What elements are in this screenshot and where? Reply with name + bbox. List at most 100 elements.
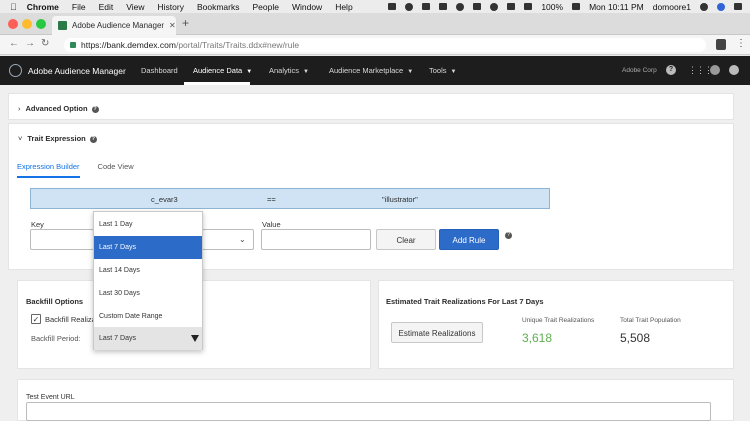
aam-logo-icon[interactable] [9,64,22,77]
browser-tab[interactable]: Adobe Audience Manager | Cre ✕ [52,16,176,35]
apps-grid-icon[interactable]: ⋮⋮⋮ [688,65,713,76]
zoom-window-button[interactable] [36,19,46,29]
tab-expression-builder[interactable]: Expression Builder [17,162,80,178]
rule-value: "illustrator" [382,195,418,204]
backfill-checkbox[interactable]: ✓ [31,314,41,324]
mac-menu-history[interactable]: History [158,2,184,12]
menu-list-icon[interactable] [734,3,742,10]
battery-icon[interactable] [572,3,581,10]
advanced-option-toggle[interactable]: › Advanced Option? [18,104,99,113]
browser-tab-bar: Adobe Audience Manager | Cre ✕ + [0,13,750,35]
org-name[interactable]: Adobe Corp [622,67,657,74]
tab-close-icon[interactable]: ✕ [169,21,176,30]
estimate-title: Estimated Trait Realizations For Last 7 … [386,297,544,306]
lock-icon [70,42,76,48]
period-option-last-30-days[interactable]: Last 30 Days [94,282,202,305]
reload-icon[interactable]: ↻ [41,38,49,49]
chevron-down-icon: ⌄ [239,235,246,244]
search-icon[interactable] [700,2,708,11]
value-input[interactable] [261,229,371,250]
key-input[interactable] [30,229,94,250]
username[interactable]: domoore1 [653,2,691,12]
advanced-option-title: Advanced Option [25,104,88,113]
bluetooth-icon[interactable] [507,3,516,10]
tab-code-view[interactable]: Code View [98,162,134,178]
status-disk-icon[interactable] [456,2,465,11]
chevron-down-icon: ▼ [407,69,414,75]
brand-name[interactable]: Adobe Audience Manager [28,66,126,76]
trait-expression-toggle[interactable]: ˅ Trait Expression? [18,134,97,143]
mac-menu-people[interactable]: People [252,2,278,12]
nav-analytics-label: Analytics [269,66,300,75]
expression-tabs: Expression Builder Code View [17,162,134,178]
total-population-value: 5,508 [620,331,651,345]
rule-operator: == [267,195,276,204]
key-label: Key [31,220,44,229]
nav-audience-data[interactable]: Audience Data ▼ [193,66,252,75]
wifi-icon[interactable] [524,3,533,10]
test-event-url-input[interactable] [26,402,711,421]
mac-menu-help[interactable]: Help [335,2,352,12]
user-avatar-icon[interactable] [729,65,739,75]
backfill-period-label: Backfill Period: [31,334,81,343]
nav-dashboard[interactable]: Dashboard [141,66,178,75]
test-event-label: Test Event URL [26,394,75,401]
backfill-period-dropdown: Last 1 Day Last 7 Days Last 14 Days Last… [93,211,203,350]
help-circle-icon[interactable]: ? [91,105,99,113]
status-app-icon[interactable] [388,3,397,10]
mac-menu-file[interactable]: File [72,2,86,12]
status-cloud-icon[interactable] [422,3,431,10]
mac-menu-edit[interactable]: Edit [99,2,114,12]
forward-icon[interactable]: → [25,38,35,49]
period-option-last-14-days[interactable]: Last 14 Days [94,259,202,282]
nav-tools[interactable]: Tools ▼ [429,66,456,75]
mac-menu-window[interactable]: Window [292,2,322,12]
minimize-window-button[interactable] [22,19,32,29]
help-circle-icon[interactable]: ? [505,232,512,239]
mouse-cursor-icon [191,335,199,342]
back-icon[interactable]: ← [9,38,19,49]
advanced-option-panel: › Advanced Option? [8,93,734,120]
period-option-last-7-days[interactable]: Last 7 Days [94,236,202,259]
new-tab-button[interactable]: + [182,16,189,30]
macos-menu-bar:  Chrome File Edit View History Bookmark… [0,0,750,13]
operator-select[interactable] [202,229,254,250]
mac-menu-chrome[interactable]: Chrome [27,2,59,12]
clock[interactable]: Mon 10:11 PM [589,2,644,12]
status-circle-icon[interactable] [405,2,414,11]
period-option-last-1-day[interactable]: Last 1 Day [94,213,202,236]
total-population-label: Total Trait Population [620,317,681,324]
profile-icon[interactable] [716,39,726,50]
trait-expression-title: Trait Expression [27,134,86,143]
value-label: Value [262,220,281,229]
estimate-realizations-button[interactable]: Estimate Realizations [391,322,483,343]
mac-menu-bookmarks[interactable]: Bookmarks [197,2,240,12]
app-header: Adobe Audience Manager Dashboard Audienc… [0,56,750,85]
expression-rule-bar[interactable]: c_evar3 == "illustrator" [30,188,550,209]
backfill-options-title: Backfill Options [26,297,84,306]
nav-audience-data-label: Audience Data [193,66,243,75]
url-domain: https://bank.demdex.com [81,40,176,50]
siri-icon[interactable] [717,2,725,11]
help-circle-icon[interactable]: ? [89,135,97,143]
add-rule-button[interactable]: Add Rule [439,229,499,250]
address-bar[interactable]: https://bank.demdex.com/portal/Traits/Tr… [64,38,706,52]
mac-menu-view[interactable]: View [126,2,144,12]
clear-button[interactable]: Clear [376,229,436,250]
nav-analytics[interactable]: Analytics ▼ [269,66,309,75]
status-time-machine-icon[interactable] [490,2,499,11]
nav-audience-marketplace[interactable]: Audience Marketplace ▼ [329,66,413,75]
close-window-button[interactable] [8,19,18,29]
period-option-custom-range[interactable]: Custom Date Range [94,305,202,328]
unique-realizations-value: 3,618 [522,331,553,345]
status-box-icon[interactable] [473,3,482,10]
chevron-down-icon: ▼ [450,69,457,75]
nav-audience-marketplace-label: Audience Marketplace [329,66,404,75]
help-icon[interactable]: ? [666,65,676,75]
status-note-icon[interactable] [439,3,448,10]
tab-title: Adobe Audience Manager | Cre [72,21,164,30]
chrome-menu-icon[interactable]: ⋮ [736,38,746,49]
bell-icon[interactable] [710,65,720,75]
backfill-period-select[interactable]: Last 7 Days [94,327,202,350]
apple-icon[interactable]:  [10,2,17,12]
